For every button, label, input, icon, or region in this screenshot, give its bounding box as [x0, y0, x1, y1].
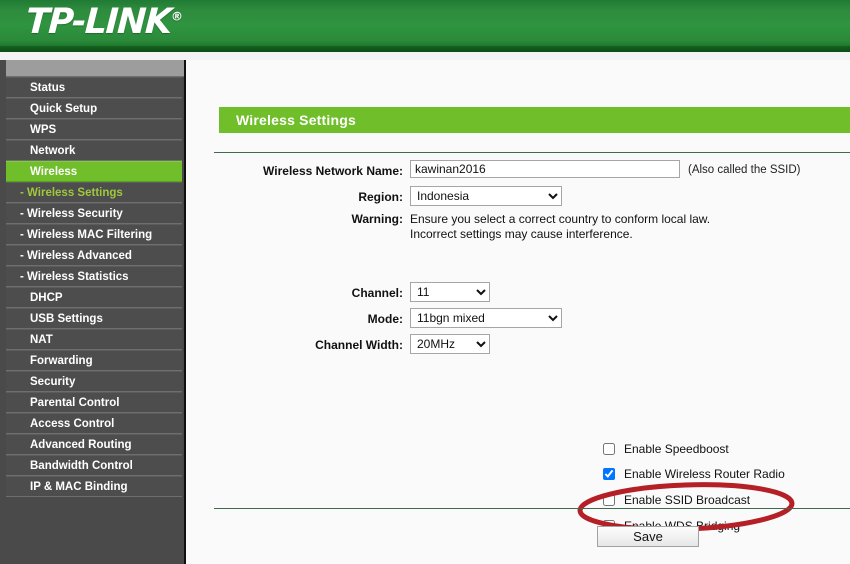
mode-select[interactable]: 11bgn mixed	[410, 308, 562, 328]
divider-top	[214, 152, 850, 153]
sidebar-item-ip-mac-binding[interactable]: IP & MAC Binding	[6, 476, 182, 497]
sidebar-item-dhcp[interactable]: DHCP	[6, 287, 182, 308]
ssid-hint: (Also called the SSID)	[688, 164, 801, 176]
warning-line-1: Ensure you select a correct country to c…	[410, 212, 711, 226]
sidebar-item-wireless[interactable]: Wireless	[6, 161, 182, 182]
main-content: Wireless Settings Wireless Network Name:…	[188, 60, 850, 564]
sidebar-item-forwarding[interactable]: Forwarding	[6, 350, 182, 371]
warning-label: Warning:	[351, 212, 403, 226]
sidebar-item-status[interactable]: Status	[6, 77, 182, 98]
sidebar-nav: Status Quick Setup WPS Network Wireless - Wir…	[0, 60, 186, 564]
channel-width-label: Channel Width:	[315, 338, 403, 352]
checkbox-enable-speedboost[interactable]	[603, 443, 615, 455]
sidebar-item-network[interactable]: Network	[6, 140, 182, 161]
channel-width-select[interactable]: 20MHz	[410, 334, 490, 354]
sidebar-item-nat[interactable]: NAT	[6, 329, 182, 350]
sidebar-item-wireless-mac-filtering[interactable]: - Wireless MAC Filtering	[6, 224, 182, 245]
save-button[interactable]: Save	[597, 526, 699, 547]
checkbox-row-enable-speedboost[interactable]: Enable Speedboost	[603, 442, 729, 456]
sidebar-item-parental-control[interactable]: Parental Control	[6, 392, 182, 413]
warning-line-2: Incorrect settings may cause interferenc…	[410, 227, 633, 241]
header-gap	[0, 52, 850, 60]
sidebar-item-wireless-security[interactable]: - Wireless Security	[6, 203, 182, 224]
body-area: Status Quick Setup WPS Network Wireless - Wir…	[0, 60, 850, 564]
sidebar-item-wps[interactable]: WPS	[6, 119, 182, 140]
sidebar-item-wireless-statistics[interactable]: - Wireless Statistics	[6, 266, 182, 287]
checkbox-label-enable-speedboost: Enable Speedboost	[624, 442, 729, 456]
divider-bottom	[214, 508, 850, 509]
checkbox-enable-wireless-router-radio[interactable]	[603, 468, 615, 480]
sidebar-item-bandwidth-control[interactable]: Bandwidth Control	[6, 455, 182, 476]
sidebar-item-usb-settings[interactable]: USB Settings	[6, 308, 182, 329]
checkbox-label-enable-ssid-broadcast: Enable SSID Broadcast	[624, 493, 751, 507]
sidebar-item-wireless-advanced[interactable]: - Wireless Advanced	[6, 245, 182, 266]
channel-select[interactable]: 11	[410, 282, 490, 302]
sidebar-item-quick-setup[interactable]: Quick Setup	[6, 98, 182, 119]
sidebar-item-security[interactable]: Security	[6, 371, 182, 392]
app-header: TP-LINK®	[0, 0, 850, 52]
ssid-label: Wireless Network Name:	[263, 164, 403, 178]
brand-text: TP-LINK	[24, 2, 172, 42]
checkbox-row-enable-ssid-broadcast[interactable]: Enable SSID Broadcast	[603, 493, 750, 507]
sidebar-item-wireless-settings[interactable]: - Wireless Settings	[6, 182, 182, 203]
region-select[interactable]: Indonesia	[410, 186, 562, 206]
checkbox-row-enable-wireless-router-radio[interactable]: Enable Wireless Router Radio	[603, 467, 785, 481]
sidebar-top-spacer	[6, 60, 184, 77]
sidebar-item-list: Status Quick Setup WPS Network Wireless - Wir…	[0, 77, 184, 497]
page-title: Wireless Settings	[219, 107, 850, 133]
tp-link-logo: TP-LINK®	[25, 2, 184, 42]
channel-label: Channel:	[351, 286, 403, 300]
sidebar-item-access-control[interactable]: Access Control	[6, 413, 182, 434]
sidebar-item-advanced-routing[interactable]: Advanced Routing	[6, 434, 182, 455]
mode-label: Mode:	[367, 312, 403, 326]
region-label: Region:	[358, 190, 403, 204]
ssid-input[interactable]	[410, 160, 680, 178]
checkbox-enable-ssid-broadcast[interactable]	[603, 494, 615, 506]
registered-mark-icon: ®	[170, 9, 184, 24]
checkbox-label-enable-wireless-router-radio: Enable Wireless Router Radio	[624, 467, 785, 481]
